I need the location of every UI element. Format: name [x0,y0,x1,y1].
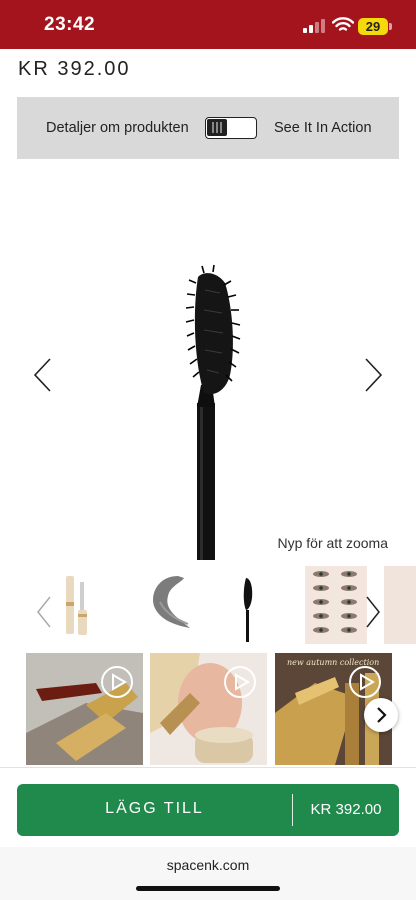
mascara-closeup-video[interactable] [26,653,143,765]
add-to-cart-bar: LÄGG TILL KR 392.00 [0,767,416,847]
home-indicator[interactable] [136,886,280,891]
status-bar: 23:42 29 [0,0,416,49]
battery-level: 29 [365,19,381,34]
view-mode-toggle-bar: Detaljer om produkten See It In Action [17,97,399,159]
play-icon[interactable] [223,665,257,699]
product-image-viewer[interactable]: Nyp för att zooma [0,165,416,560]
zoom-hint: Nyp för att zooma [277,535,389,551]
play-icon[interactable] [100,665,134,699]
chevron-right-icon[interactable] [358,355,388,395]
battery-tip [389,23,392,30]
mascara-wand-thumbnail[interactable] [212,566,282,644]
product-price: KR 392.00 [18,58,131,80]
mascara-tube-thumbnail[interactable] [48,566,118,644]
url-text[interactable]: spacenk.com [0,857,416,873]
product-details-label[interactable]: Detaljer om produkten [46,120,189,136]
product-swatch-thumbnail[interactable] [138,566,208,644]
cart-price: KR 392.00 [310,801,382,818]
switch-knob [207,119,227,136]
mascara-wand-image [185,264,241,560]
add-to-cart-button[interactable]: LÄGG TILL KR 392.00 [17,784,399,836]
see-it-in-action-label[interactable]: See It In Action [274,120,372,136]
wifi-icon [332,17,354,31]
next-thumbnail-peek[interactable] [384,566,416,644]
cellular-signal-icon [303,19,327,33]
add-to-cart-label: LÄGG TILL [105,800,204,817]
video-carousel: new autumn collection [0,653,416,765]
model-application-video[interactable] [150,653,267,765]
browser-address-bar[interactable]: spacenk.com [0,847,416,900]
status-time: 23:42 [44,14,96,35]
chevron-right-icon[interactable] [364,698,398,732]
battery-icon: 29 [358,18,388,35]
chevron-left-icon[interactable] [28,355,58,395]
play-icon[interactable] [348,665,382,699]
view-mode-switch[interactable] [205,117,257,139]
thumbnail-next-icon[interactable] [362,594,384,630]
thumbnail-strip [0,566,416,646]
